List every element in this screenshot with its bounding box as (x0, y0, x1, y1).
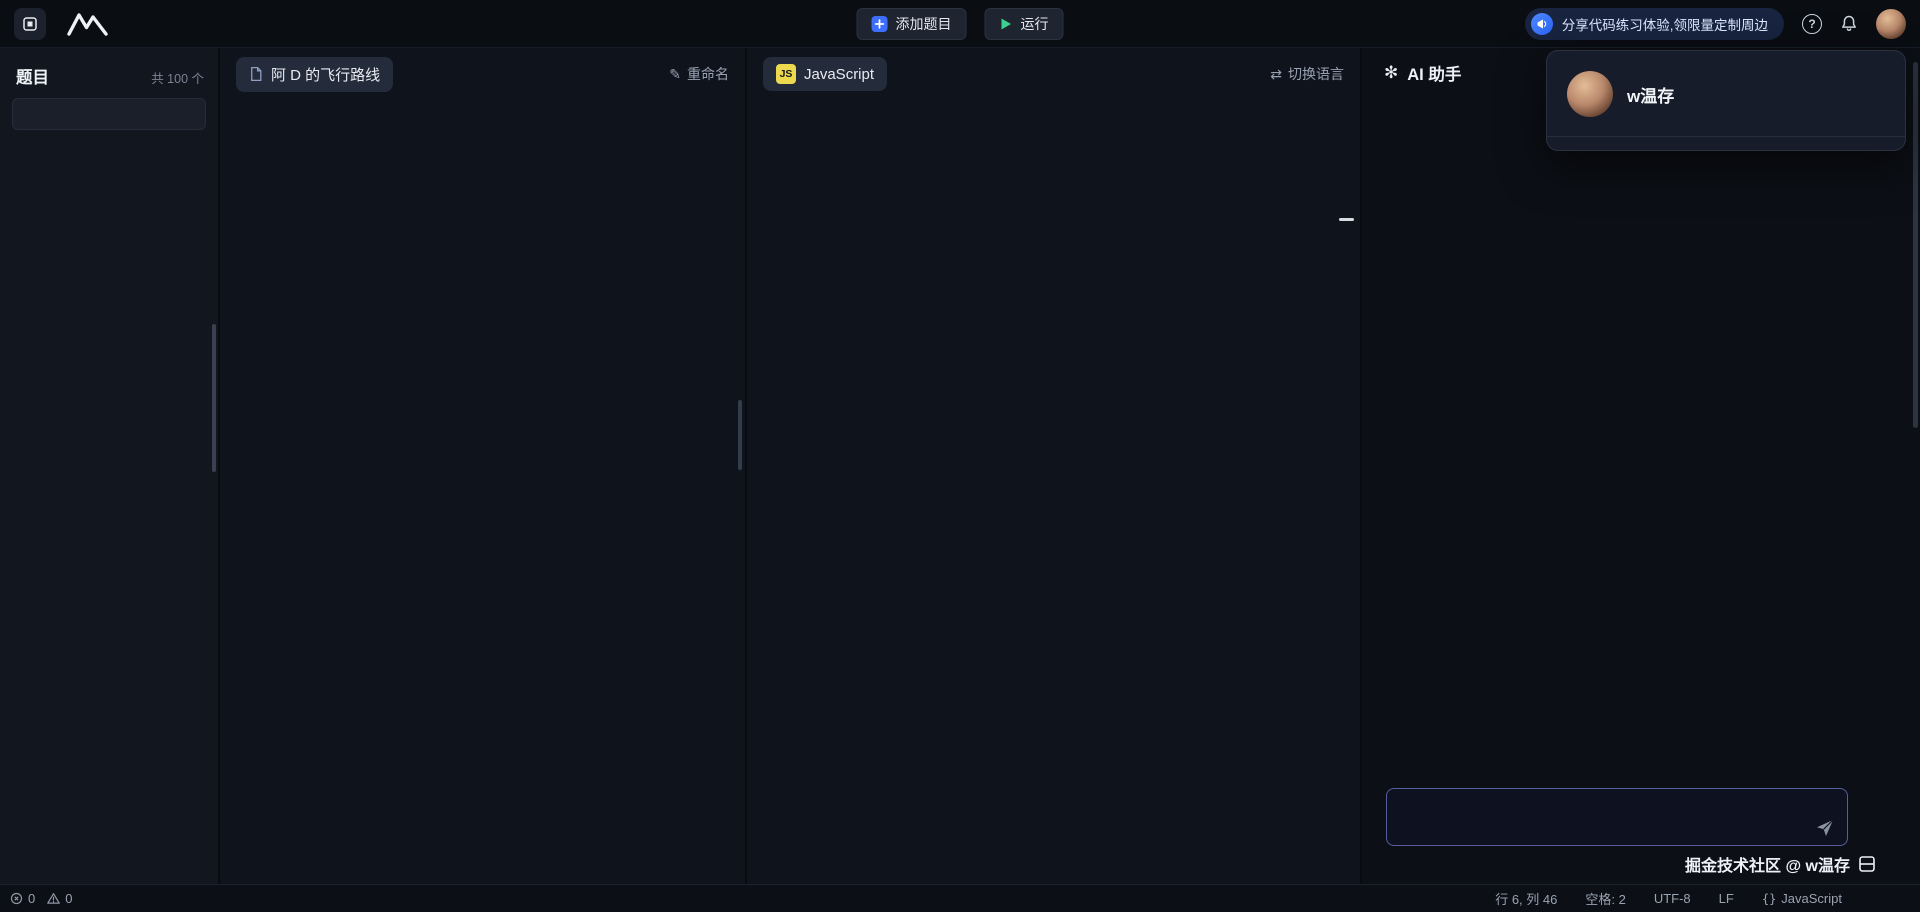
ai-title: AI 助手 (1407, 61, 1461, 85)
braces-icon: {} (1762, 892, 1776, 906)
markdown-lines[interactable] (220, 100, 745, 106)
window-icon (22, 16, 38, 32)
description-panel: 阿 D 的飞行路线 ✎ 重命名 (220, 48, 747, 884)
menu-divider (1547, 136, 1905, 137)
sidebar-scrollbar[interactable] (212, 324, 216, 472)
user-menu: w温存 (1546, 50, 1906, 151)
ai-question-input[interactable] (1387, 789, 1847, 845)
topbar: 添加题目 运行 分享代码练习体验,领限量定制周边 ? (0, 0, 1920, 48)
send-icon[interactable] (1815, 817, 1835, 837)
user-avatar[interactable] (1876, 9, 1906, 39)
warning-icon (47, 892, 60, 905)
editor-overview-marker[interactable] (1339, 218, 1354, 221)
problem-title-tab[interactable]: 阿 D 的飞行路线 (236, 57, 393, 92)
rename-button[interactable]: ✎ 重命名 (669, 64, 729, 84)
watermark: 掘金技术社区 @ w温存 (1362, 852, 1876, 876)
app-window: 添加题目 运行 分享代码练习体验,领限量定制周边 ? (0, 0, 1920, 912)
language-mode-label: JavaScript (1781, 891, 1842, 906)
search-input[interactable] (31, 106, 212, 123)
switch-language-label: 切换语言 (1288, 64, 1344, 84)
error-count: 0 (28, 891, 35, 906)
problem-file-icon (249, 66, 263, 82)
add-question-label: 添加题目 (896, 14, 952, 34)
ai-assistant-panel: ✻ AI 助手 掘金技术社区 @ w温存 (1362, 48, 1920, 884)
problem-title: 阿 D 的飞行路线 (271, 64, 380, 85)
encoding[interactable]: UTF-8 (1654, 891, 1691, 906)
add-question-button[interactable]: 添加题目 (857, 8, 967, 40)
play-icon (1000, 17, 1013, 31)
cursor-position[interactable]: 行 6, 列 46 (1495, 889, 1557, 908)
switch-language-button[interactable]: ⇄ 切换语言 (1270, 64, 1344, 84)
warnings-indicator[interactable]: 0 (47, 891, 72, 906)
javascript-icon: JS (776, 64, 796, 84)
language-label: JavaScript (804, 66, 874, 83)
problem-list[interactable] (0, 140, 218, 866)
ai-sparkle-icon: ✻ (1384, 63, 1398, 83)
help-glyph: ? (1808, 17, 1815, 31)
user-menu-avatar (1567, 71, 1613, 117)
run-label: 运行 (1021, 14, 1049, 34)
run-button[interactable]: 运行 (985, 8, 1064, 40)
plus-icon (872, 16, 888, 32)
indent-setting[interactable]: 空格: 2 (1585, 889, 1625, 908)
errors-indicator[interactable]: 0 (10, 891, 35, 906)
search-box[interactable] (12, 98, 206, 130)
sidebar-title: 题目 (16, 64, 49, 88)
share-banner-label: 分享代码练习体验,领限量定制周边 (1562, 14, 1768, 34)
code-editor-panel: JS JavaScript ⇄ 切换语言 (747, 48, 1362, 884)
statusbar: 0 0 行 6, 列 46 空格: 2 UTF-8 LF {} JavaScri… (0, 884, 1920, 912)
help-icon[interactable]: ? (1802, 14, 1822, 34)
pencil-icon: ✎ (669, 66, 681, 83)
app-icon[interactable] (14, 8, 46, 40)
warning-count: 0 (65, 891, 72, 906)
ai-input-box[interactable] (1386, 788, 1848, 846)
code-lines[interactable] (747, 100, 1360, 106)
share-banner-button[interactable]: 分享代码练习体验,领限量定制周边 (1525, 8, 1784, 40)
description-scrollbar[interactable] (738, 400, 742, 470)
question-sidebar: 题目 共 100 个 (0, 48, 220, 884)
watermark-text: 掘金技术社区 @ w温存 (1685, 852, 1850, 876)
error-icon (10, 892, 23, 905)
language-tab[interactable]: JS JavaScript (763, 57, 887, 91)
brand-logo-icon (62, 11, 114, 37)
ai-scrollbar[interactable] (1913, 62, 1918, 428)
rename-label: 重命名 (687, 64, 729, 84)
watermark-icon (1858, 855, 1876, 873)
megaphone-icon (1531, 13, 1553, 35)
notifications-bell-icon[interactable] (1840, 14, 1858, 33)
question-count: 共 100 个 (151, 68, 204, 87)
swap-icon: ⇄ (1270, 66, 1282, 83)
language-mode[interactable]: {} JavaScript (1762, 891, 1842, 906)
username: w温存 (1627, 82, 1674, 107)
eol-setting[interactable]: LF (1719, 891, 1734, 906)
user-menu-header: w温存 (1547, 57, 1905, 131)
ai-chat-body[interactable] (1362, 98, 1920, 780)
